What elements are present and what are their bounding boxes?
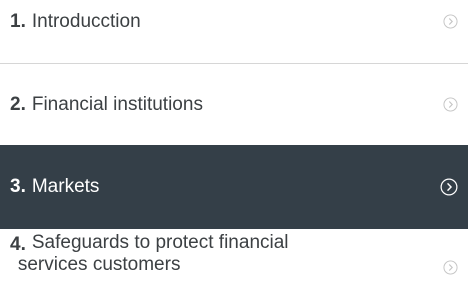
menu-item-safeguards[interactable]: 4. Safeguards to protect financial servi… xyxy=(0,232,468,304)
menu-item-introduction[interactable]: 1. Introducction xyxy=(0,0,468,43)
divider xyxy=(0,63,468,64)
menu-item-number: 1. xyxy=(10,10,26,32)
menu-item-label: Markets xyxy=(31,176,100,197)
menu-item-label-wrap: Safeguards to protect financial services… xyxy=(18,232,289,276)
menu-item-number: 2. xyxy=(10,94,26,115)
menu-item-number: 3. xyxy=(10,176,26,197)
menu-item-markets[interactable]: 3. Markets xyxy=(0,145,468,229)
section-menu: 1. Introducction 2. Financial institutio… xyxy=(0,0,468,304)
menu-item-label-continued: services customers xyxy=(17,254,181,275)
menu-item-number: 4. xyxy=(10,234,26,255)
chevron-right-circle-icon xyxy=(440,178,458,196)
menu-item-label: Financial institutions xyxy=(31,94,203,115)
chevron-right-circle-icon xyxy=(443,97,458,112)
menu-item-label: Introducction xyxy=(31,10,141,32)
chevron-right-circle-icon xyxy=(443,13,458,29)
chevron-right-circle-icon xyxy=(443,260,458,275)
menu-item-label: Safeguards to protect financial xyxy=(31,232,289,253)
menu-item-financial-institutions[interactable]: 2. Financial institutions xyxy=(0,88,468,122)
